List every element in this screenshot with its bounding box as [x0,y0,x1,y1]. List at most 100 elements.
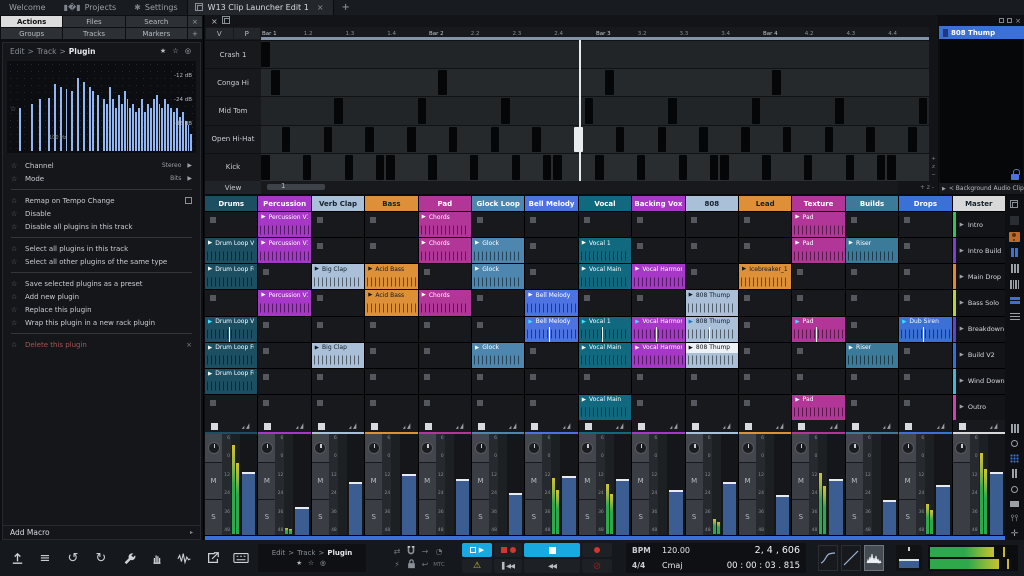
clip-slot[interactable] [686,264,738,289]
solo-button[interactable]: S [472,500,489,536]
clip-stop-square[interactable] [744,295,750,301]
clip-stop-square[interactable] [370,243,376,249]
clip-stop-square[interactable] [370,322,376,328]
clip-slot[interactable]: ▶Glock [472,264,524,289]
clip-stop-square[interactable] [317,374,323,380]
clip-stop-square[interactable] [530,348,536,354]
record-button[interactable] [582,543,612,557]
volume-fader[interactable] [240,434,257,535]
remove-icon[interactable]: × [186,341,192,349]
drum-note[interactable] [407,127,416,152]
selected-clip-header[interactable]: 808 Thump [939,26,1024,39]
drum-note[interactable] [835,98,844,123]
share-button[interactable] [202,547,224,569]
clip-header[interactable]: ▶Glock [472,343,524,353]
four-columns-icon[interactable] [1008,279,1021,290]
clip-slot[interactable] [686,212,738,237]
clip-slot[interactable] [365,343,417,368]
automation-icon[interactable] [829,422,839,430]
pan-knob[interactable] [688,442,700,454]
clip-header[interactable]: ▶Percussion V1 [258,238,310,248]
pan-knob[interactable] [902,442,914,454]
clip-slot[interactable] [419,317,471,342]
breadcrumb-edit[interactable]: Edit [10,47,25,56]
clip-header[interactable]: ▶808 Thump [686,343,738,353]
breadcrumb-plugin[interactable]: Plugin [69,47,96,56]
clip-drum-loop-v1[interactable]: ▶Drum Loop V1 [205,317,257,342]
undo-button[interactable]: ↺ [62,547,84,569]
pan-knob[interactable] [955,442,967,454]
checkbox[interactable] [185,197,192,204]
clip-slot[interactable]: ▶Chords [419,212,471,237]
transport-breadcrumb[interactable]: Edit>Track>Plugin ★ ☆ ◎ [258,544,366,572]
clip-drum-loop-full[interactable]: ▶Drum Loop Full [205,369,257,394]
horizontal-scrollbar[interactable]: 1 [261,181,898,194]
three-columns-icon[interactable] [1008,263,1021,274]
pan-knob[interactable] [314,442,326,454]
panel-tab-markers[interactable]: Markers [126,28,187,39]
rewind-button[interactable]: ◀◀ [524,559,580,573]
clip-stop-square[interactable] [904,295,910,301]
drum-note[interactable] [908,127,917,152]
menu-item-select-all-other-plugins-of-the-same-type[interactable]: ☆Select all other plugins of the same ty… [3,255,200,268]
mute-button[interactable]: M [472,463,489,499]
pan-knob[interactable] [848,442,860,454]
solo-button[interactable]: S [846,500,863,536]
clip-808-thump[interactable]: ▶808 Thump [686,343,738,368]
waveform-button[interactable] [174,547,196,569]
tab-edit-active[interactable]: W13 Clip Launcher Edit 1 × [187,0,334,15]
clip-stop-square[interactable] [691,374,697,380]
drum-note[interactable] [470,155,479,180]
clip-header[interactable]: ▶Percussion V1 [258,212,310,222]
clip-stop-square[interactable] [530,374,536,380]
clip-slot[interactable] [792,343,844,368]
clip-stop-square[interactable] [263,348,269,354]
fader-level[interactable] [669,490,682,535]
pan-knob[interactable] [581,442,593,454]
clip-icebreaker-110-d[interactable]: ▶Icebreaker_110_D [739,264,791,289]
strip-stop-button[interactable] [531,423,538,430]
drum-note[interactable] [428,155,437,180]
eq-curve-thumbnail[interactable] [818,545,838,571]
clip-drum-loop-full[interactable]: ▶Drum Loop Full [205,343,257,368]
clip-slot[interactable] [632,369,684,394]
clip-stop-square[interactable] [637,243,643,249]
clip-header[interactable]: ▶Vocal Harmony [632,264,684,274]
clip-riser[interactable]: ▶Riser [846,238,898,263]
clip-drum-loop-v1[interactable]: ▶Drum Loop V1 [205,238,257,263]
drum-note[interactable] [877,155,886,180]
sync-icon[interactable]: ⇄ [394,547,401,556]
scene-build-v2[interactable]: ▶Build V2 [953,343,1005,368]
clip-slot[interactable]: ▶Drum Loop Full [205,369,257,394]
mute-button[interactable]: M [899,463,916,499]
clip-slot[interactable] [686,369,738,394]
star-icon[interactable]: ☆ [11,245,19,253]
clip-header[interactable]: ▶Vocal Main [579,264,631,274]
warning-button[interactable]: ⚠ [462,559,492,573]
clip-chords[interactable]: ▶Chords [419,238,471,263]
clip-slot[interactable] [258,395,310,420]
clip-pad[interactable]: ▶Pad [792,238,844,263]
track-header-vocal[interactable]: Vocal [579,196,631,211]
clip-stop-square[interactable] [530,269,536,275]
clip-slot[interactable] [312,317,364,342]
solo-button[interactable]: S [632,500,649,536]
clip-slot[interactable] [686,395,738,420]
clip-header[interactable]: ▶Chords [419,290,471,300]
clip-vocal-main[interactable]: ▶Vocal Main [579,343,631,368]
level-curve-thumbnail[interactable] [841,545,861,571]
clip-stop-square[interactable] [637,400,643,406]
clip-play-icon[interactable]: ▶ [795,319,799,325]
scene-intro-build[interactable]: ▶Intro Build [953,238,1005,263]
clip-slot[interactable]: ▶Vocal Harmony [632,317,684,342]
drum-note[interactable] [261,155,270,180]
track-header-texture[interactable]: Texture [792,196,844,211]
strip-stop-button[interactable] [638,423,645,430]
clip-header[interactable]: ▶Pad [792,317,844,327]
clip-stop-square[interactable] [851,295,857,301]
clip-play-icon[interactable]: ▶ [635,345,639,351]
background-audio-clip-bar[interactable]: ▶ < Background Audio Clip > [939,183,1024,194]
drum-note[interactable] [605,70,614,95]
clip-slot[interactable]: ▶Pad [792,395,844,420]
track-header-backing-vox[interactable]: Backing Vox [632,196,684,211]
